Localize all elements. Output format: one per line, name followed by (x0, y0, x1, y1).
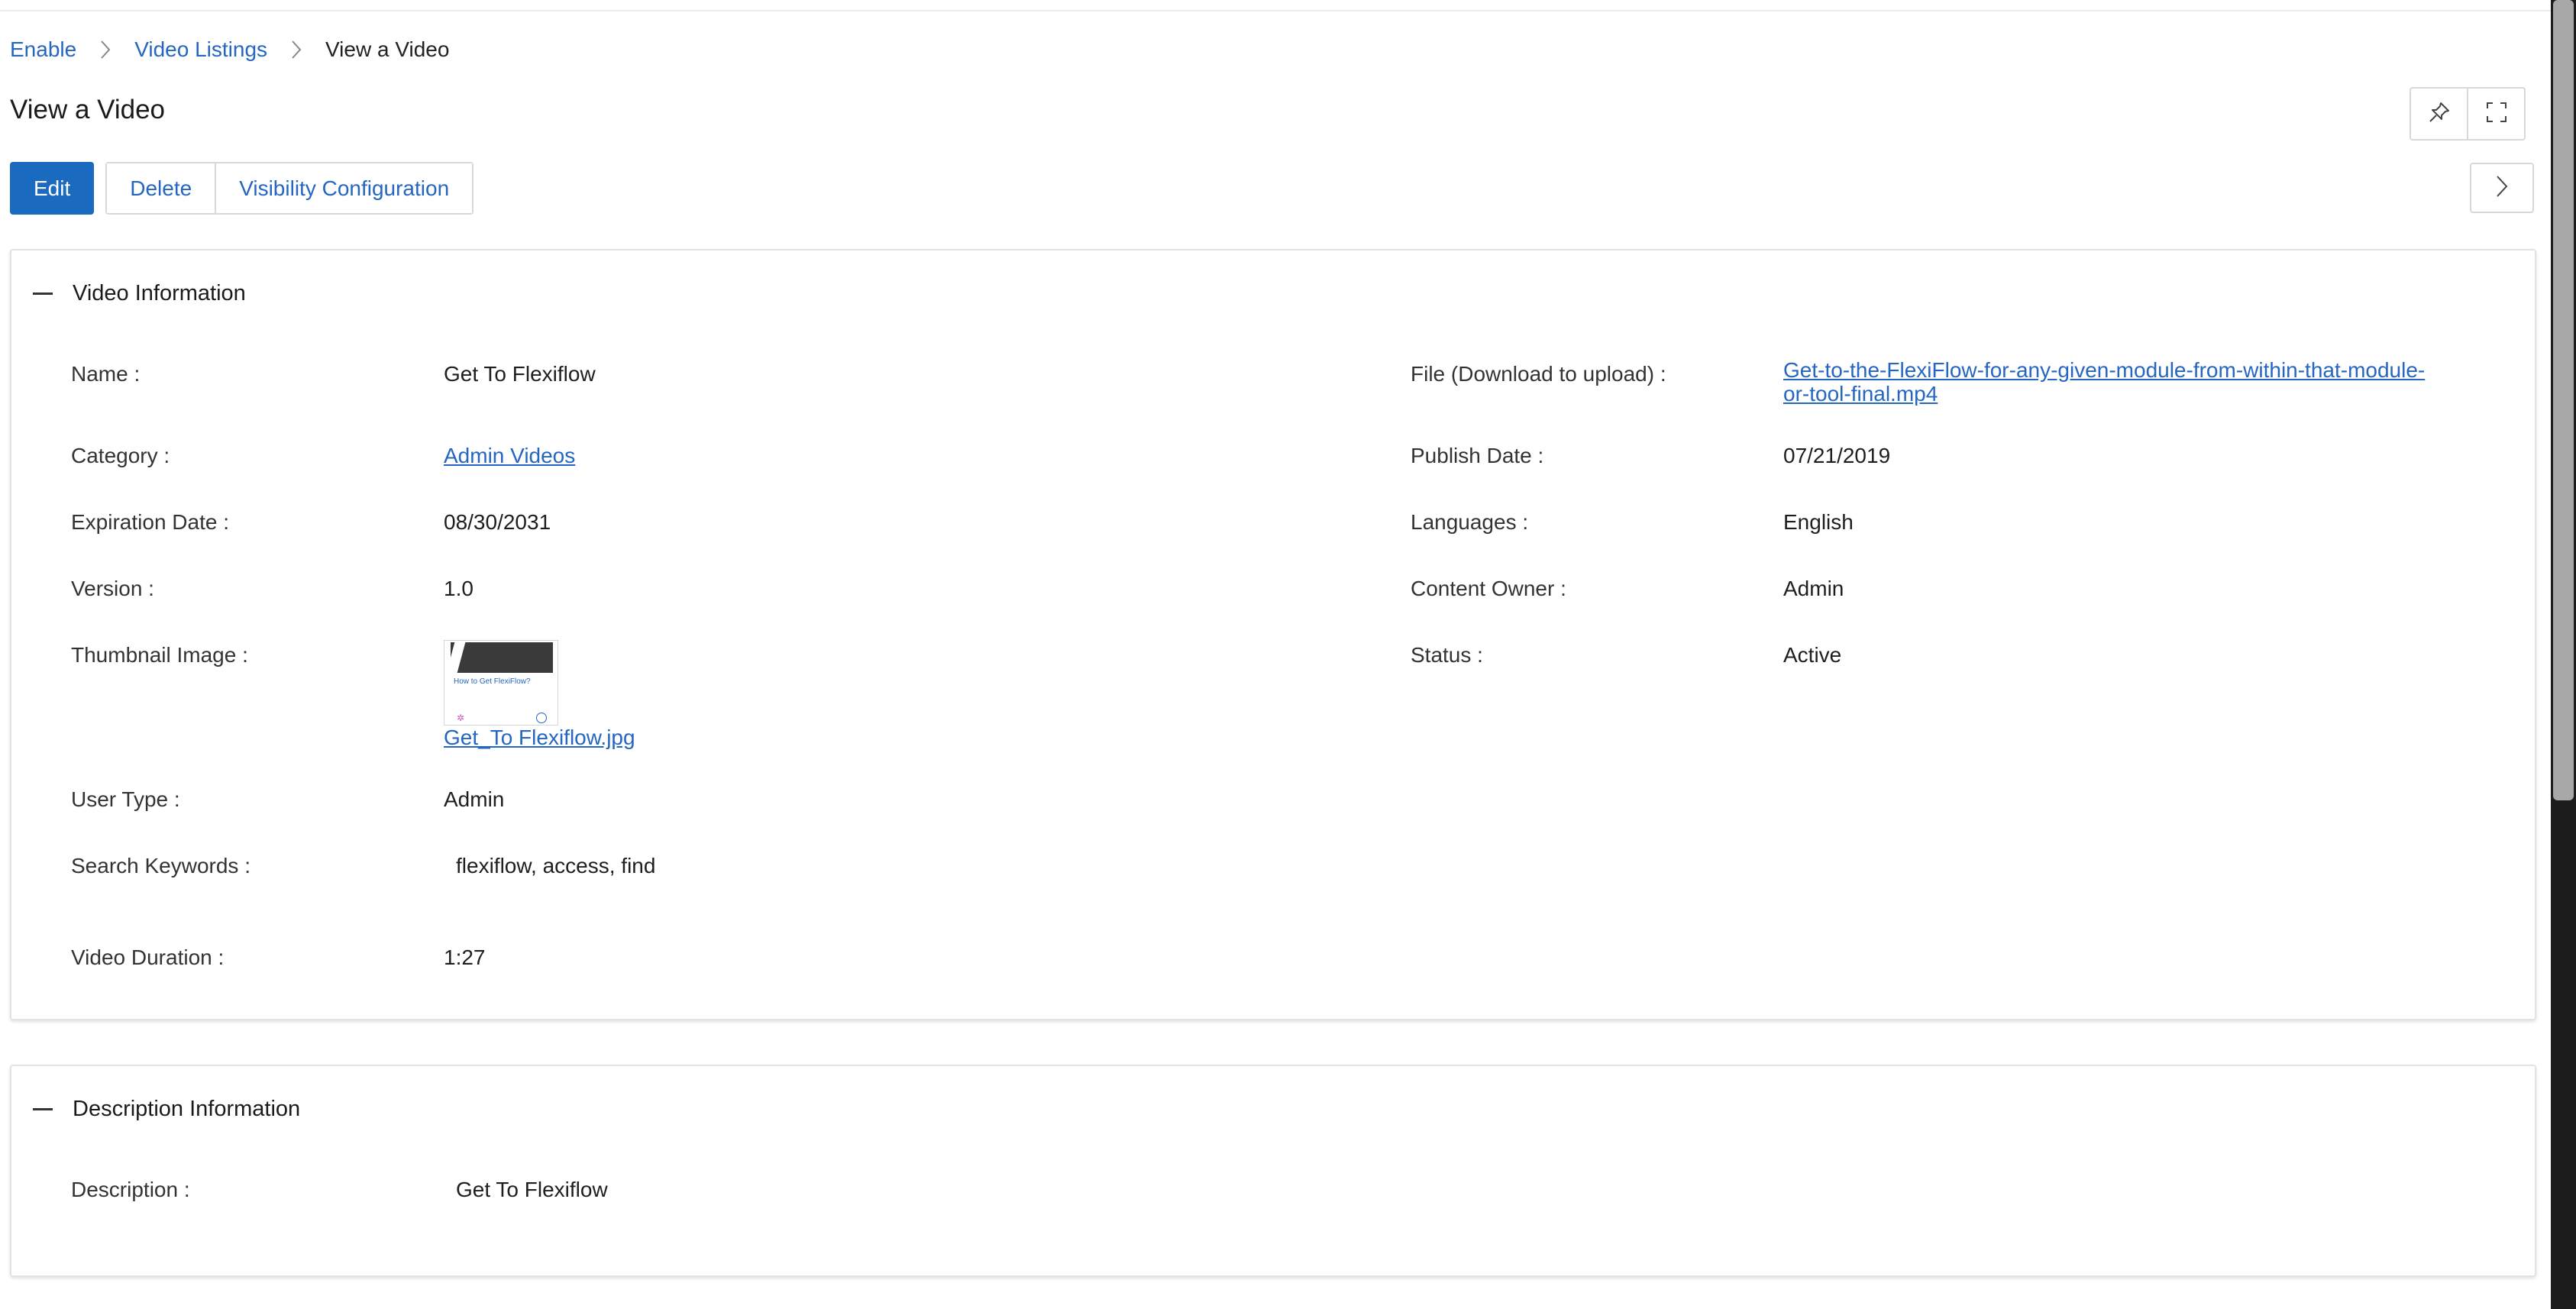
expiration-date-label: Expiration Date : (71, 510, 229, 534)
file-download-link[interactable]: Get-to-the-FlexiFlow-for-any-given-modul… (1783, 358, 2425, 406)
chevron-right-icon (267, 39, 325, 60)
next-record-button[interactable] (2470, 163, 2534, 213)
user-type-value: Admin (444, 787, 505, 811)
scrollbar-thumb[interactable] (2553, 0, 2574, 800)
breadcrumb: Enable Video Listings View a Video (10, 37, 449, 63)
description-value: Get To Flexiflow (456, 1178, 608, 1201)
expiration-date-value: 08/30/2031 (444, 510, 551, 534)
file-label: File (Download to upload) : (1411, 362, 1666, 386)
secondary-button-group: Delete Visibility Configuration (105, 162, 474, 215)
video-duration-label: Video Duration : (71, 945, 225, 969)
breadcrumb-enable[interactable]: Enable (10, 37, 76, 62)
panel-title: Video Information (73, 281, 246, 305)
status-label: Status : (1411, 643, 1483, 667)
video-information-panel: Video Information Name : Get To Flexiflo… (10, 249, 2536, 1020)
action-toolbar: Edit Delete Visibility Configuration (10, 162, 474, 215)
flexiflow-logo-icon: ✲ (457, 713, 465, 723)
content-owner-label: Content Owner : (1411, 577, 1566, 600)
category-label: Category : (71, 444, 170, 467)
minus-icon[interactable] (33, 293, 53, 295)
panel-title: Description Information (73, 1097, 301, 1121)
version-value: 1.0 (444, 577, 474, 600)
version-label: Version : (71, 577, 154, 600)
page: Enable Video Listings View a Video View … (0, 0, 2551, 1309)
name-label: Name : (71, 362, 141, 386)
edit-button[interactable]: Edit (10, 162, 95, 215)
pin-icon (2428, 101, 2451, 128)
search-keywords-label: Search Keywords : (71, 854, 250, 878)
name-value: Get To Flexiflow (444, 362, 596, 386)
search-keywords-value: flexiflow, access, find (456, 854, 656, 878)
video-duration-value: 1:27 (444, 945, 486, 969)
description-information-panel: Description Information Description : Ge… (10, 1065, 2536, 1277)
thumbnail-file-link[interactable]: Get_To Flexiflow.jpg (444, 726, 635, 750)
video-information-header[interactable]: Video Information (33, 281, 246, 306)
visibility-configuration-button[interactable]: Visibility Configuration (215, 163, 473, 213)
chevron-right-icon (2494, 174, 2510, 202)
top-divider (0, 10, 2551, 11)
description-label: Description : (71, 1178, 190, 1201)
file-name-line-2: or-tool-final.mp4 (1783, 382, 1938, 406)
breadcrumb-video-listings[interactable]: Video Listings (134, 37, 267, 62)
description-information-header[interactable]: Description Information (33, 1097, 300, 1122)
thumbnail-photo (451, 642, 553, 673)
languages-label: Languages : (1411, 510, 1529, 534)
status-value: Active (1783, 643, 1842, 667)
page-title: View a Video (10, 95, 166, 124)
play-icon (536, 713, 547, 723)
thumbnail-image-label: Thumbnail Image : (71, 643, 248, 667)
pin-button[interactable] (2410, 87, 2468, 141)
minus-icon[interactable] (33, 1108, 53, 1110)
publish-date-value: 07/21/2019 (1783, 444, 1891, 467)
breadcrumb-current: View a Video (325, 37, 450, 61)
content-owner-value: Admin (1783, 577, 1844, 600)
languages-value: English (1783, 510, 1854, 534)
publish-date-label: Publish Date : (1411, 444, 1544, 467)
file-name-line-1: Get-to-the-FlexiFlow-for-any-given-modul… (1783, 358, 2426, 382)
thumbnail-preview[interactable]: How to Get FlexiFlow? ✲ (444, 640, 558, 726)
delete-button[interactable]: Delete (107, 163, 215, 213)
user-type-label: User Type : (71, 787, 180, 811)
thumbnail-caption: How to Get FlexiFlow? (454, 677, 531, 686)
fullscreen-icon (2485, 101, 2508, 128)
chevron-right-icon (76, 39, 134, 60)
category-link[interactable]: Admin Videos (444, 444, 575, 468)
fullscreen-button[interactable] (2468, 87, 2526, 141)
